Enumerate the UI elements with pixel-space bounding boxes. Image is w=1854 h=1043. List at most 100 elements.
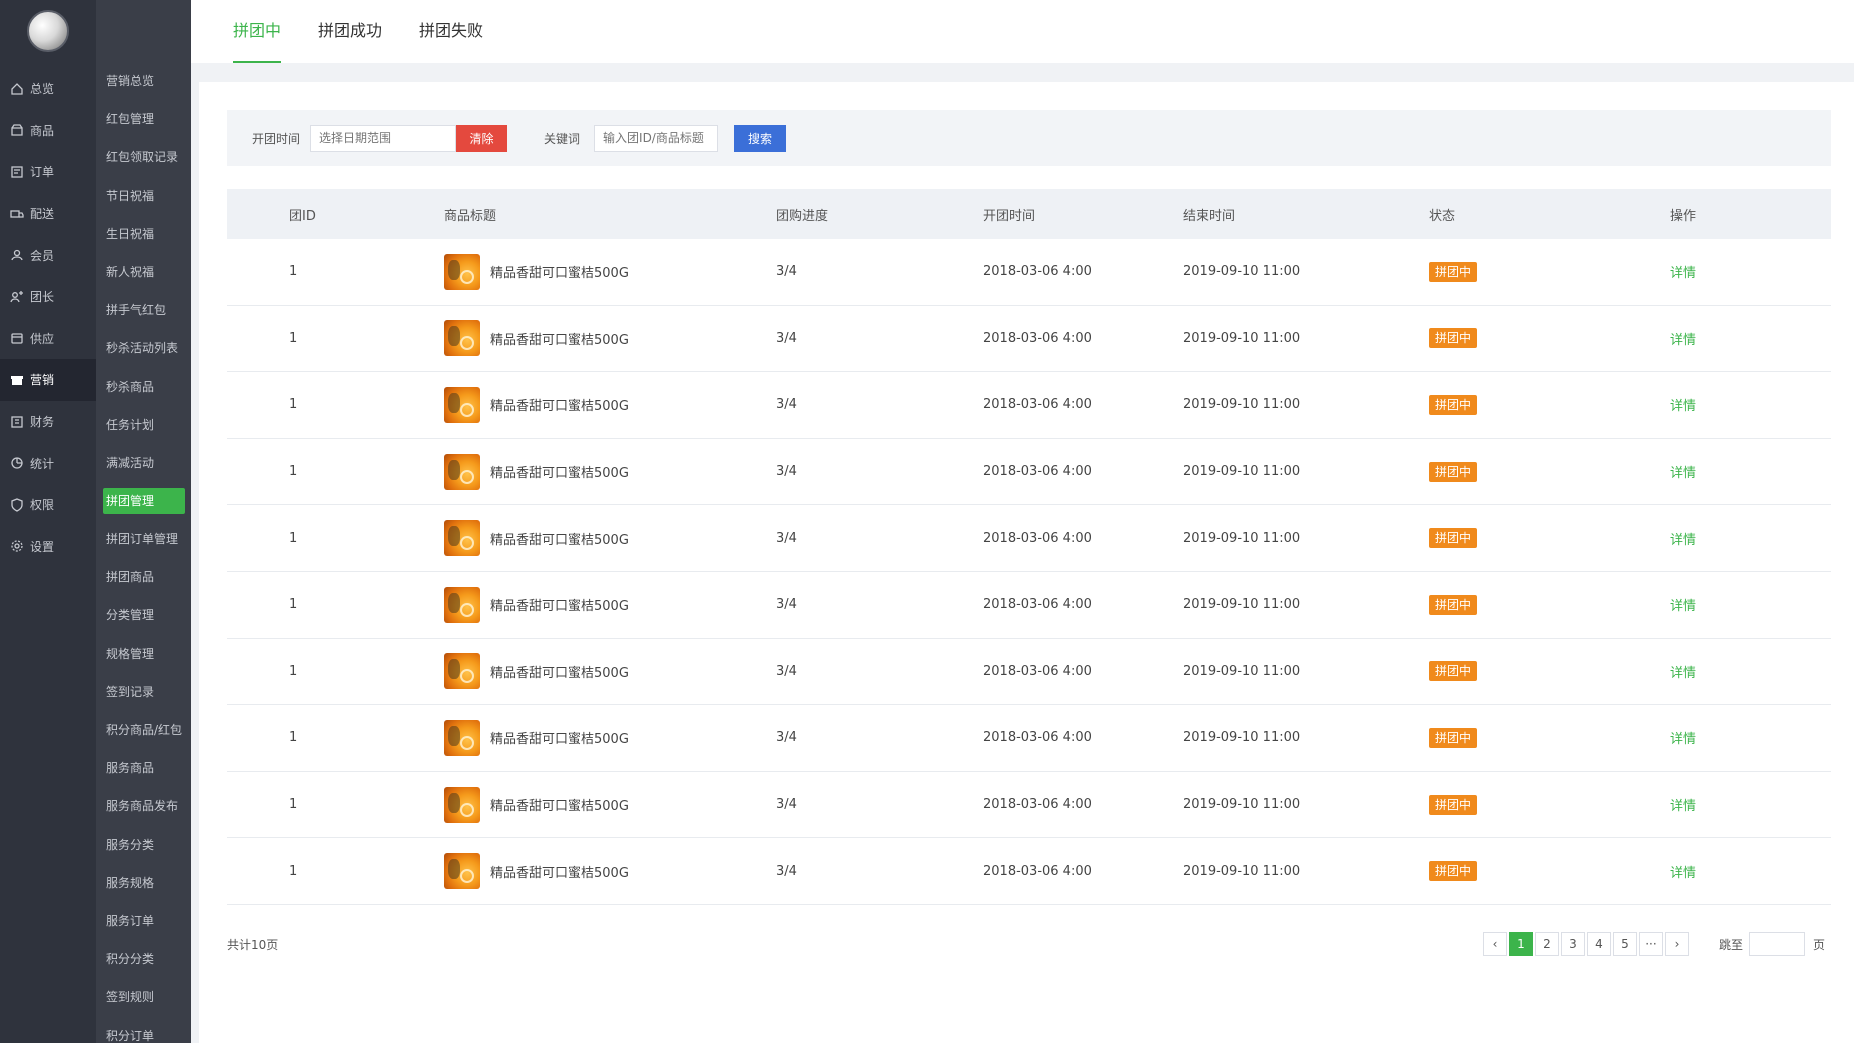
header-action: 操作 <box>1670 208 1697 224</box>
nav2-item[interactable]: 分类管理 <box>96 596 191 634</box>
product-thumbnail[interactable] <box>444 520 480 557</box>
nav2-item[interactable]: 拼团商品 <box>96 558 191 596</box>
nav1-item[interactable]: 财务 <box>0 401 96 443</box>
nav1-item[interactable]: 总览 <box>0 68 96 110</box>
product-thumbnail[interactable] <box>444 719 480 756</box>
tab-bar: 拼团中 拼团成功 拼团失败 <box>191 0 1854 63</box>
prev-page-button[interactable]: ‹ <box>1482 932 1507 956</box>
stats-icon <box>10 456 24 470</box>
product-thumbnail[interactable] <box>444 786 480 823</box>
nav1-item[interactable]: 团长 <box>0 276 96 318</box>
detail-link[interactable]: 详情 <box>1670 732 1696 747</box>
shop-icon <box>10 123 24 137</box>
product-thumbnail[interactable] <box>444 653 480 690</box>
nav1-item[interactable]: 商品 <box>0 110 96 152</box>
product-title: 精品香甜可口蜜桔500G <box>490 665 629 681</box>
nav2-item[interactable]: 拼团订单管理 <box>96 520 191 558</box>
clear-button[interactable]: 清除 <box>456 124 508 152</box>
cell-status: 拼团中 <box>1429 461 1666 482</box>
nav2-item[interactable]: 服务订单 <box>96 902 191 940</box>
nav1-item[interactable]: 营销 <box>0 359 96 401</box>
nav2-item[interactable]: 红包管理 <box>96 100 191 138</box>
jump-page-input[interactable] <box>1748 932 1805 956</box>
nav1-item-label: 供应 <box>30 331 55 346</box>
detail-link[interactable]: 详情 <box>1670 333 1696 348</box>
nav2-item[interactable]: 拼手气红包 <box>96 291 191 329</box>
cell-group-id: 1 <box>289 863 298 879</box>
search-button[interactable]: 搜索 <box>734 124 787 152</box>
nav1-item[interactable]: 设置 <box>0 526 96 568</box>
detail-link[interactable]: 详情 <box>1670 599 1696 614</box>
detail-link[interactable]: 详情 <box>1670 866 1696 881</box>
status-badge: 拼团中 <box>1429 794 1478 815</box>
nav1-item[interactable]: 统计 <box>0 442 96 484</box>
keyword-input[interactable] <box>594 124 719 152</box>
nav1-item[interactable]: 配送 <box>0 193 96 235</box>
nav1-item[interactable]: 权限 <box>0 484 96 526</box>
nav2-item[interactable]: 生日祝福 <box>96 215 191 253</box>
nav2-item[interactable]: 积分订单 <box>96 1017 191 1043</box>
nav2-item[interactable]: 服务商品发布 <box>96 787 191 825</box>
page-button[interactable]: 1 <box>1508 932 1533 956</box>
nav2-item[interactable]: 秒杀活动列表 <box>96 329 191 367</box>
cell-status: 拼团中 <box>1429 727 1666 748</box>
nav1-item[interactable]: 供应 <box>0 318 96 360</box>
product-thumbnail[interactable] <box>444 253 480 290</box>
header-progress: 团购进度 <box>776 208 829 224</box>
nav1-item-label: 统计 <box>30 456 55 471</box>
nav2-item[interactable]: 拼团管理 <box>103 488 185 515</box>
product-thumbnail[interactable] <box>444 853 480 890</box>
tab-success[interactable]: 拼团成功 <box>318 0 382 63</box>
detail-link[interactable]: 详情 <box>1670 533 1696 548</box>
cell-end-time: 2019-09-10 11:00 <box>1183 797 1301 813</box>
nav2-item[interactable]: 签到规则 <box>96 978 191 1016</box>
page-button[interactable]: 3 <box>1560 932 1585 956</box>
jump-label: 跳至 <box>1718 937 1743 952</box>
nav2-item[interactable]: 规格管理 <box>96 635 191 673</box>
detail-link[interactable]: 详情 <box>1670 666 1696 681</box>
product-title: 精品香甜可口蜜桔500G <box>490 732 629 748</box>
nav2-item[interactable]: 节日祝福 <box>96 177 191 215</box>
nav1-item-label: 商品 <box>30 123 55 138</box>
nav2-item[interactable]: 秒杀商品 <box>96 368 191 406</box>
nav2-item[interactable]: 服务分类 <box>96 826 191 864</box>
page-button[interactable]: ··· <box>1638 932 1663 956</box>
cell-title: 精品香甜可口蜜桔500G <box>444 253 776 290</box>
page-button[interactable]: 2 <box>1534 932 1559 956</box>
nav2-item[interactable]: 服务商品 <box>96 749 191 787</box>
cell-end-time: 2019-09-10 11:00 <box>1183 264 1301 280</box>
nav1-item[interactable]: 会员 <box>0 234 96 276</box>
cell-title: 精品香甜可口蜜桔500G <box>444 719 776 756</box>
status-badge: 拼团中 <box>1429 661 1478 682</box>
nav2-item[interactable]: 新人祝福 <box>96 253 191 291</box>
product-thumbnail[interactable] <box>444 586 480 623</box>
product-thumbnail[interactable] <box>444 320 480 357</box>
nav2-item[interactable]: 服务规格 <box>96 864 191 902</box>
nav1-item[interactable]: 订单 <box>0 151 96 193</box>
detail-link[interactable]: 详情 <box>1670 799 1696 814</box>
product-thumbnail[interactable] <box>444 453 480 490</box>
page-button[interactable]: 5 <box>1612 932 1637 956</box>
date-range-input[interactable] <box>310 124 457 152</box>
detail-link[interactable]: 详情 <box>1670 466 1696 481</box>
tab-failed[interactable]: 拼团失败 <box>419 0 483 63</box>
nav2-item[interactable]: 签到记录 <box>96 673 191 711</box>
cell-status: 拼团中 <box>1429 394 1666 415</box>
cell-progress: 3/4 <box>776 797 797 813</box>
status-badge: 拼团中 <box>1429 594 1478 615</box>
logo-avatar[interactable] <box>27 10 69 52</box>
nav2-item[interactable]: 红包领取记录 <box>96 138 191 176</box>
product-thumbnail[interactable] <box>444 386 480 423</box>
nav2-item[interactable]: 积分商品/红包 <box>96 711 191 749</box>
nav2-item[interactable]: 任务计划 <box>96 406 191 444</box>
nav2-item[interactable]: 积分分类 <box>96 940 191 978</box>
tab-in-progress[interactable]: 拼团中 <box>233 0 282 63</box>
detail-link[interactable]: 详情 <box>1670 266 1696 281</box>
detail-link[interactable]: 详情 <box>1670 399 1696 414</box>
next-page-button[interactable]: › <box>1664 932 1689 956</box>
cell-progress: 3/4 <box>776 330 797 346</box>
nav2-item[interactable]: 满减活动 <box>96 444 191 482</box>
page-button[interactable]: 4 <box>1586 932 1611 956</box>
nav2-item[interactable]: 营销总览 <box>96 62 191 100</box>
cell-group-id: 1 <box>289 663 298 679</box>
